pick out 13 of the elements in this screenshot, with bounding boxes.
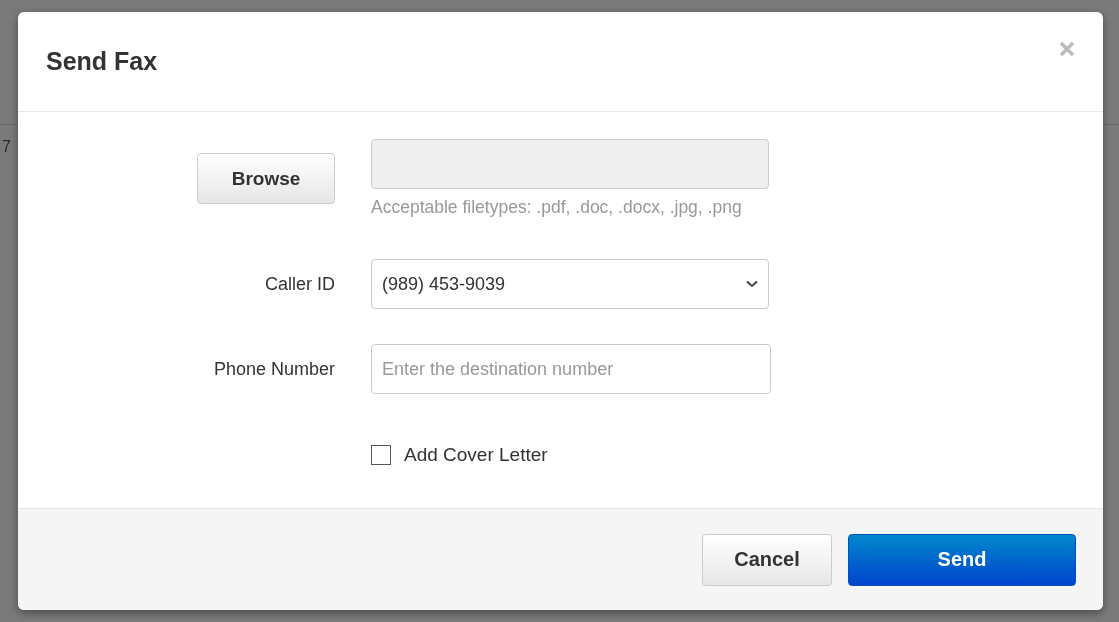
send-button[interactable]: Send [848,533,1076,586]
caller-id-label: Caller ID [265,273,335,295]
cancel-button[interactable]: Cancel [702,533,832,586]
dialog-title: Send Fax [46,47,158,76]
cover-letter-checkbox[interactable] [371,445,391,465]
cover-letter-label: Add Cover Letter [404,444,548,466]
filetypes-hint: Acceptable filetypes: .pdf, .doc, .docx, .jpg, .png [371,197,743,218]
table-cell: 7 [2,138,11,156]
phone-number-field[interactable]: Enter the destination number [371,344,771,394]
caller-id-select[interactable]: (989) 453-9039 [371,259,769,309]
browse-button[interactable]: Browse [197,153,335,204]
chevron-down-icon [746,280,758,288]
phone-number-label: Phone Number [213,358,335,380]
